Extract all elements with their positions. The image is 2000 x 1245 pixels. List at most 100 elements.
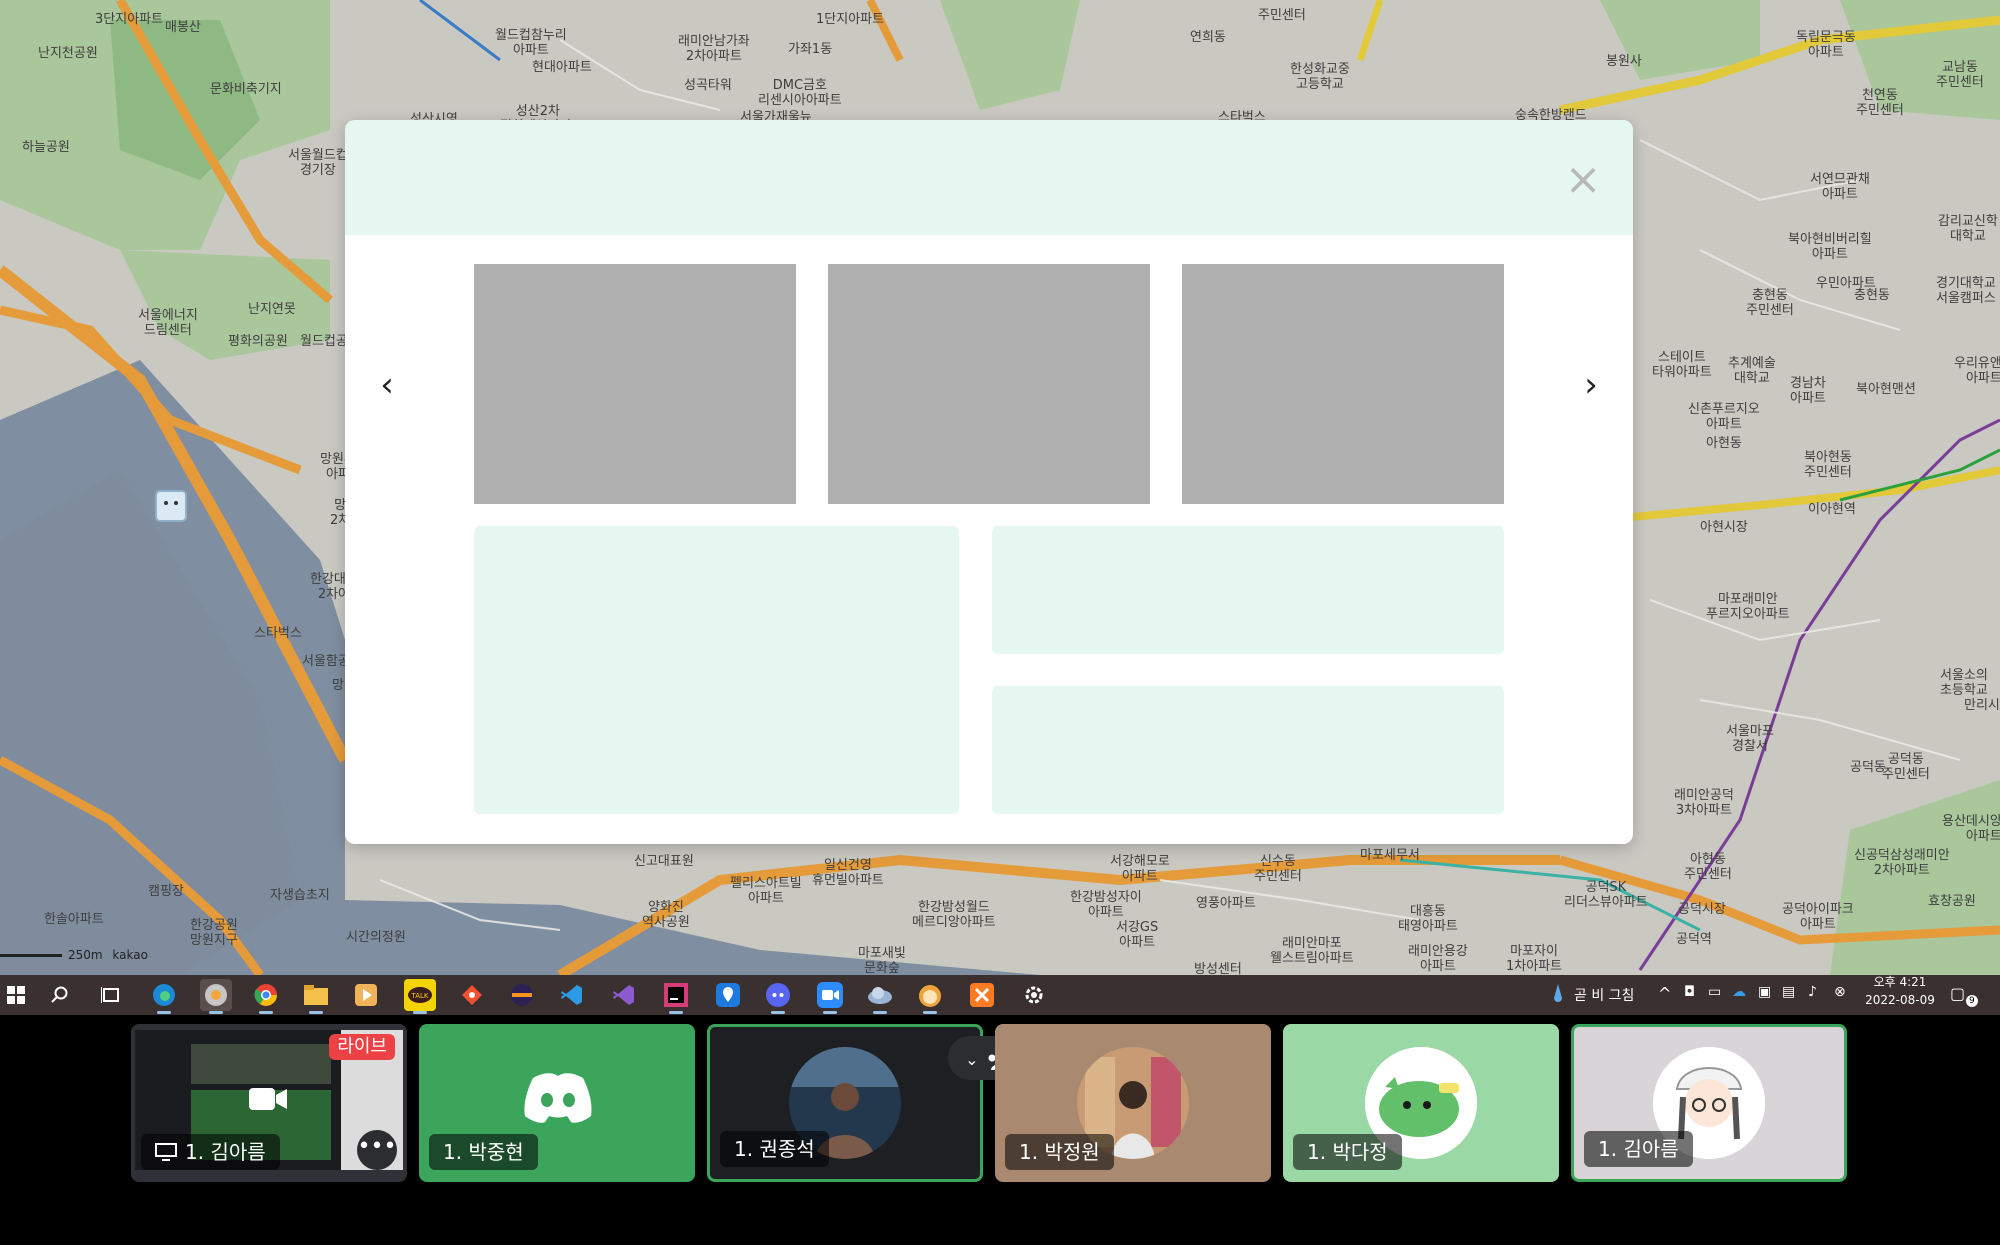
map-label[interactable]: 충현동 주민센터 — [1746, 288, 1794, 318]
map-label[interactable]: 래미안용강 아파트 — [1408, 944, 1468, 974]
map-label[interactable]: 한강밤성월드 메르디앙아파트 — [912, 900, 996, 930]
map-label[interactable]: 신공덕삼성래미안 2차아파트 — [1854, 848, 1950, 878]
network-icon[interactable]: ▤ — [1782, 984, 1795, 1000]
map-label[interactable]: 주민센터 — [1258, 8, 1306, 23]
map-label[interactable]: 공덕시장 — [1678, 902, 1726, 917]
discord-icon[interactable] — [762, 979, 794, 1014]
cloud-icon[interactable] — [864, 979, 896, 1014]
map-label[interactable]: 월드컵참누리 아파트 — [495, 28, 567, 58]
map-label[interactable]: 방성센터 — [1194, 962, 1242, 975]
chevron-right-icon[interactable]: › — [1571, 366, 1611, 406]
map-label[interactable]: 서울월드컵 경기장 — [288, 148, 348, 178]
map-label[interactable]: 만리시장 — [1964, 698, 2000, 713]
map-label[interactable]: 한솔아파트 — [44, 912, 104, 927]
map-label[interactable]: 용산데시앙포레아파트 — [1942, 814, 2000, 844]
map-label[interactable]: 난지천공원 — [38, 46, 98, 61]
carousel-image-placeholder[interactable] — [474, 264, 796, 504]
media-player-icon[interactable] — [350, 979, 382, 1011]
map-label[interactable]: 천연동 주민센터 — [1856, 88, 1904, 118]
kakaotalk-icon[interactable]: TALK — [404, 979, 436, 1014]
volume-icon[interactable]: ♪ — [1808, 984, 1817, 1000]
map-label[interactable]: 일신건영 휴먼빌아파트 — [812, 858, 884, 888]
map-label[interactable]: 대흥동 태영아파트 — [1398, 904, 1458, 934]
settings-icon[interactable] — [1018, 979, 1050, 1011]
map-location-marker[interactable] — [155, 490, 187, 522]
map-label[interactable]: 캠핑장 — [148, 884, 184, 899]
map-label[interactable]: 경기대학교 서울캠퍼스 — [1936, 276, 1996, 306]
notification-icon[interactable]: ▢ — [1950, 984, 1965, 1003]
character-app-icon[interactable] — [914, 979, 946, 1014]
map-label[interactable]: 신촌푸르지오 아파트 — [1688, 402, 1760, 432]
map-label[interactable]: 양화진 역사공원 — [642, 900, 690, 930]
map-label[interactable]: 서울에너지 드림센터 — [138, 308, 198, 338]
edge-icon[interactable] — [148, 979, 180, 1014]
maps-icon[interactable] — [712, 979, 744, 1011]
battery-icon[interactable]: ▭ — [1708, 984, 1721, 1000]
search-icon[interactable] — [44, 979, 76, 1011]
map-label[interactable]: 신고대표원 — [634, 854, 694, 869]
weather-text[interactable]: 곧 비 그침 — [1574, 985, 1634, 1005]
map-label[interactable]: 펠리스아트빌 아파트 — [730, 876, 802, 906]
participant-tile[interactable]: 1. 박정원 — [995, 1024, 1271, 1182]
map-label[interactable]: 자생습초지 — [270, 888, 330, 903]
map-label[interactable]: 공덕아이파크 아파트 — [1782, 902, 1854, 932]
carousel-image-placeholder[interactable] — [1182, 264, 1504, 504]
map-label[interactable]: 문화비축기지 — [210, 82, 282, 97]
map-label[interactable]: 영풍아파트 — [1196, 896, 1256, 911]
map-label[interactable]: 서울소의 초등학교 — [1940, 668, 1988, 698]
git-icon[interactable] — [456, 979, 488, 1011]
map-label[interactable]: 경남차 아파트 — [1790, 376, 1826, 406]
map-label[interactable]: 봉원사 — [1606, 54, 1642, 69]
chrome-icon[interactable] — [250, 979, 282, 1014]
map-label[interactable]: 래미안남가좌 2차아파트 — [678, 34, 750, 64]
chevron-up-icon[interactable]: ^ — [1658, 984, 1671, 1003]
file-explorer-icon[interactable] — [300, 979, 332, 1014]
map-label[interactable]: 마포자이 1차아파트 — [1506, 944, 1562, 974]
map-label[interactable]: 성곡타워 — [684, 78, 732, 93]
map-label[interactable]: 하늘공원 — [22, 140, 70, 155]
weather-icon[interactable] — [1542, 979, 1574, 1011]
map-label[interactable]: 시간의정원 — [346, 930, 406, 945]
map-label[interactable]: 난지연못 — [248, 302, 296, 317]
map-label[interactable]: 북아현맨션 — [1856, 382, 1916, 397]
map-label[interactable]: 서울마포 경찰서 — [1726, 724, 1774, 754]
map-label[interactable]: 독립문극동 아파트 — [1796, 30, 1856, 60]
map-label[interactable]: 감리교신학 대학교 — [1938, 214, 1998, 244]
map-label[interactable]: 공덕동 — [1850, 760, 1886, 775]
map-label[interactable]: 1단지아파트 — [816, 12, 884, 27]
close-icon[interactable]: × — [1561, 158, 1605, 204]
map-label[interactable]: 서강해모로 아파트 — [1110, 854, 1170, 884]
jetbrains-icon[interactable] — [660, 979, 692, 1014]
map-label[interactable]: 북아현동 주민센터 — [1804, 450, 1852, 480]
chrome-dev-icon[interactable] — [200, 979, 232, 1014]
map-label[interactable]: 스타벅스 — [254, 626, 302, 641]
map-label[interactable]: 아현동 — [1706, 436, 1742, 451]
map-label[interactable]: 스테이트 타워아파트 — [1652, 350, 1712, 380]
map-label[interactable]: 이아현역 — [1808, 502, 1856, 517]
map-label[interactable]: 교남동 주민센터 — [1936, 60, 1984, 90]
more-options-button[interactable]: ••• — [357, 1130, 397, 1170]
participant-tile[interactable]: 1. 김아름 — [1571, 1024, 1847, 1182]
map-label[interactable]: 추계예술 대학교 — [1728, 356, 1776, 386]
participant-tile[interactable]: 1. 권종석 — [707, 1024, 983, 1182]
eclipse-icon[interactable] — [506, 979, 538, 1011]
map-label[interactable]: 충현동 — [1854, 288, 1890, 303]
map-label[interactable]: 공덕SK 리더스뷰아파트 — [1564, 880, 1648, 910]
carousel-image-placeholder[interactable] — [828, 264, 1150, 504]
chevron-left-icon[interactable]: ‹ — [367, 366, 407, 406]
map-label[interactable]: 3단지아파트 — [95, 12, 163, 27]
onedrive-icon[interactable]: ☁ — [1732, 984, 1746, 1000]
participant-tile[interactable]: 1. 박중현 — [419, 1024, 695, 1182]
map-label[interactable]: 서연므관채 아파트 — [1810, 172, 1870, 202]
xampp-icon[interactable] — [966, 979, 998, 1011]
map-label[interactable]: 연희동 — [1190, 30, 1226, 45]
map-label[interactable]: 현대아파트 — [532, 60, 592, 75]
map-label[interactable]: 마포세무서 — [1360, 848, 1420, 863]
tray-app-icon[interactable]: ◘ — [1684, 984, 1695, 1000]
participant-tile-stream[interactable]: 라이브 1. 김아름 ••• — [131, 1024, 407, 1182]
map-label[interactable]: 효창공원 — [1928, 894, 1976, 909]
map-label[interactable]: 마포새빛 문화숲 — [858, 946, 906, 975]
map-label[interactable]: 북아현비버리힐 아파트 — [1788, 232, 1872, 262]
map-label[interactable]: 공덕동 주민센터 — [1882, 752, 1930, 782]
map-label[interactable]: 한강밤성자이 아파트 — [1070, 890, 1142, 920]
